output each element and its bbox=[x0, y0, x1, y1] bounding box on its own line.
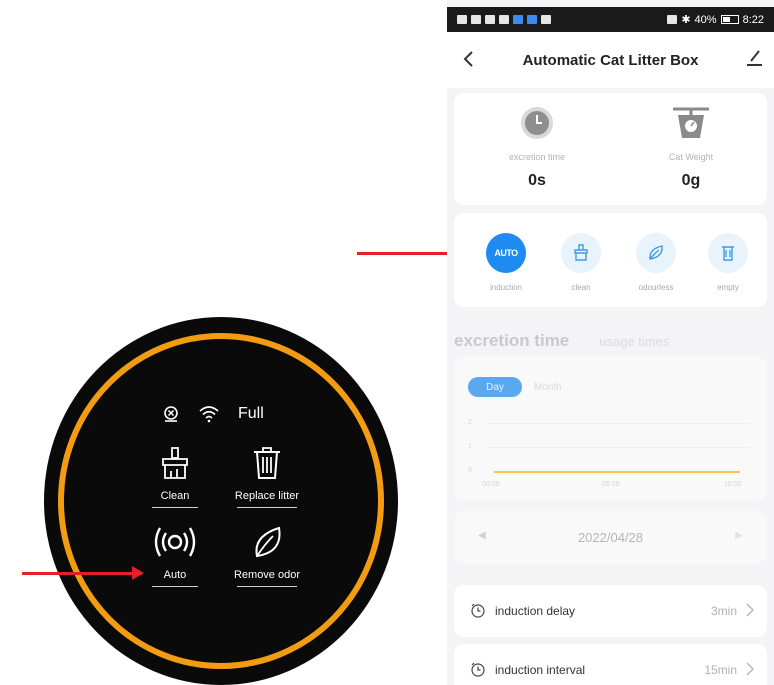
page-title: Automatic Cat Litter Box bbox=[522, 51, 699, 69]
clean-icon bbox=[574, 244, 588, 261]
replace-litter-button[interactable]: Replace litter bbox=[212, 445, 322, 508]
cat-weight-stat: Cat Weight 0g bbox=[616, 105, 766, 190]
mode-empty[interactable]: empty bbox=[697, 233, 759, 292]
setting-label: induction interval bbox=[495, 663, 586, 677]
induction-interval-row[interactable]: induction interval 15min bbox=[454, 644, 767, 685]
arrow-to-auto bbox=[22, 566, 144, 580]
mode-label: empty bbox=[717, 283, 739, 292]
trash-icon bbox=[254, 447, 280, 479]
auto-mode-icon: AUTO bbox=[486, 233, 526, 273]
stats-card: excretion time 0s Cat Weight 0g bbox=[454, 93, 767, 205]
period-segment: Day Month bbox=[468, 377, 562, 397]
setting-value: 3min bbox=[710, 604, 737, 618]
leaf-icon bbox=[649, 245, 663, 260]
remove-odor-button[interactable]: Remove odor bbox=[212, 524, 322, 587]
chart-tabs: excretion time usage times bbox=[454, 331, 669, 351]
nfc-icon bbox=[667, 15, 678, 24]
grid-line bbox=[486, 423, 750, 424]
battery-icon bbox=[720, 15, 739, 24]
stat-caption: Cat Weight bbox=[668, 152, 714, 162]
bin-icon bbox=[722, 246, 734, 261]
wifi-icon bbox=[199, 406, 219, 423]
setting-value: 15min bbox=[704, 663, 737, 677]
stat-value: 0g bbox=[681, 172, 701, 189]
date-navigator: ◀ 2022/04/28 ▶ bbox=[454, 511, 767, 563]
replace-litter-underline bbox=[237, 507, 297, 508]
stat-value: 0s bbox=[528, 172, 546, 189]
scale-icon bbox=[673, 107, 709, 138]
clean-underline bbox=[152, 507, 198, 508]
segment-day[interactable]: Day bbox=[468, 377, 522, 397]
clean-mode-circle bbox=[561, 233, 601, 273]
x-tick: 00:00 bbox=[482, 481, 500, 488]
y-tick: 1 bbox=[468, 443, 472, 450]
odourless-mode-circle bbox=[636, 233, 676, 273]
sim-icon bbox=[457, 15, 467, 24]
segment-month[interactable]: Month bbox=[534, 382, 562, 393]
mode-induction[interactable]: AUTO induction bbox=[475, 233, 537, 292]
status-bar: ✱ 40% 8:22 bbox=[447, 7, 774, 32]
tab-excretion-time[interactable]: excretion time bbox=[454, 331, 569, 351]
timer-icon bbox=[471, 603, 485, 618]
app-notification-icon bbox=[527, 15, 537, 24]
remove-odor-underline bbox=[237, 586, 297, 587]
prev-date-icon[interactable]: ◀ bbox=[478, 530, 486, 541]
status-right: ✱ 40% 8:22 bbox=[667, 13, 764, 26]
bluetooth-icon: ✱ bbox=[681, 14, 691, 26]
x-tick: 05:20 bbox=[602, 481, 620, 488]
auto-mode-text: AUTO bbox=[494, 248, 518, 258]
app-notification-icon bbox=[513, 15, 523, 24]
current-date: 2022/04/28 bbox=[577, 529, 644, 545]
wifi-status-icon bbox=[499, 15, 509, 24]
grid-line bbox=[486, 447, 750, 448]
mode-odourless[interactable]: odourless bbox=[625, 233, 687, 292]
y-tick: 2 bbox=[468, 419, 472, 426]
full-status-label: Full bbox=[238, 405, 264, 422]
setting-label: induction delay bbox=[495, 604, 576, 618]
auto-underline bbox=[152, 586, 198, 587]
next-date-icon[interactable]: ▶ bbox=[735, 530, 743, 541]
mode-label: induction bbox=[489, 283, 523, 292]
remove-odor-label: Remove odor bbox=[233, 569, 301, 581]
chevron-right-icon bbox=[746, 662, 754, 676]
back-icon[interactable] bbox=[457, 47, 481, 71]
replace-litter-label: Replace litter bbox=[234, 490, 300, 502]
sensor-alert-icon bbox=[164, 406, 178, 422]
phone-screen: ✱ 40% 8:22 Automatic Cat Litter Box excr… bbox=[447, 0, 774, 685]
brush-icon bbox=[162, 447, 188, 479]
mode-clean[interactable]: clean bbox=[550, 233, 612, 292]
auto-signal-icon bbox=[154, 527, 196, 557]
edit-icon[interactable] bbox=[742, 46, 766, 70]
clock-icon bbox=[521, 107, 553, 139]
chart-card: Day Month 2 1 0 00:00 05:20 10:50 bbox=[454, 357, 767, 501]
x-tick: 10:50 bbox=[724, 481, 742, 488]
leaf-icon bbox=[255, 526, 281, 558]
chevron-right-icon bbox=[746, 603, 754, 617]
signal-icon bbox=[471, 15, 481, 24]
device-status-row: Full bbox=[162, 405, 264, 423]
status-left bbox=[457, 15, 551, 24]
excretion-time-stat: excretion time 0s bbox=[462, 105, 612, 190]
tab-usage-times[interactable]: usage times bbox=[599, 334, 669, 349]
app-notification-icon bbox=[541, 15, 551, 24]
device-control-panel: Full Clean Replace litter Auto Remove od… bbox=[44, 317, 398, 685]
app-header: Automatic Cat Litter Box bbox=[447, 32, 774, 88]
clock-time: 8:22 bbox=[742, 13, 764, 26]
mode-label: odourless bbox=[638, 283, 674, 292]
mode-label: clean bbox=[571, 283, 591, 292]
mode-buttons-card: AUTO induction clean odourless empty bbox=[454, 213, 767, 307]
induction-delay-row[interactable]: induction delay 3min bbox=[454, 585, 767, 637]
battery-percent: 40% bbox=[694, 13, 717, 26]
y-tick: 0 bbox=[468, 467, 472, 474]
stat-caption: excretion time bbox=[508, 152, 566, 162]
chart-series-line bbox=[494, 471, 740, 473]
signal-icon bbox=[485, 15, 495, 24]
timer-icon bbox=[471, 662, 485, 677]
empty-mode-circle bbox=[708, 233, 748, 273]
